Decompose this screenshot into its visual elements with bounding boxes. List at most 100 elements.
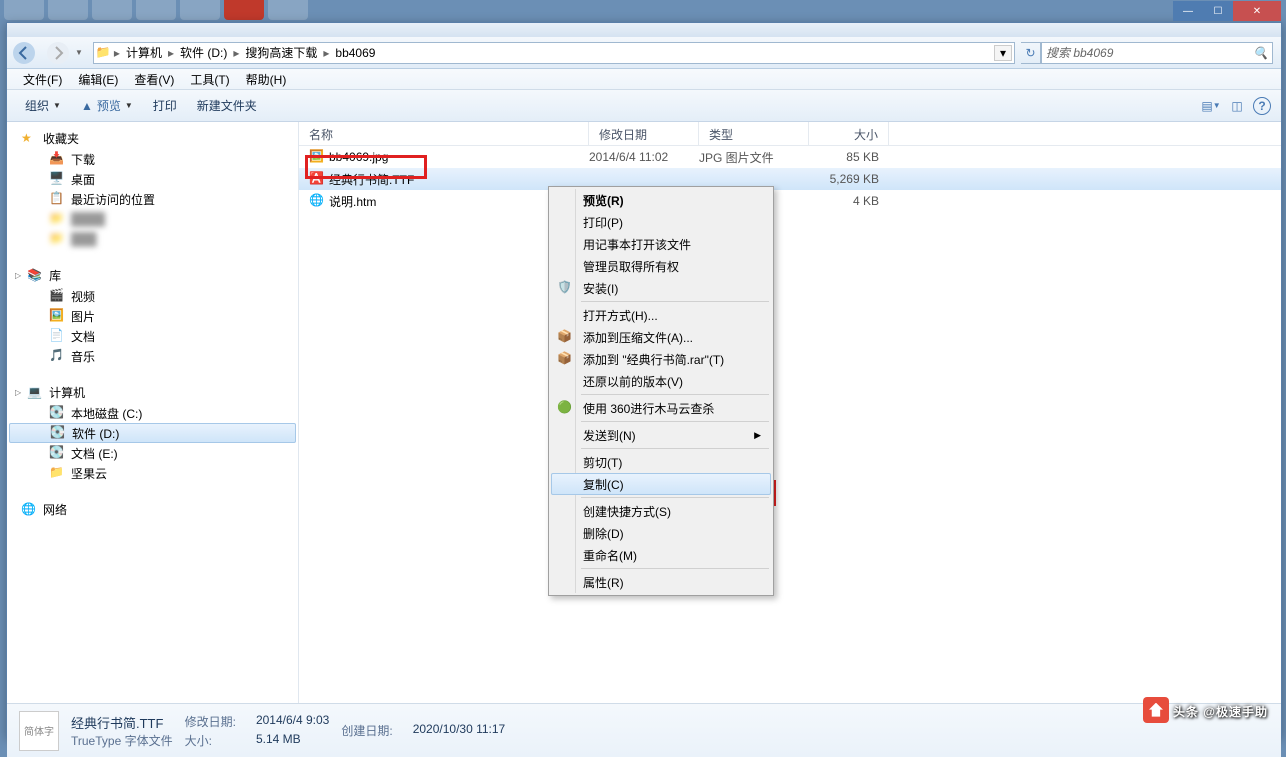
context-menu: 预览(R) 打印(P) 用记事本打开该文件 管理员取得所有权 🛡️安装(I) 打… — [548, 186, 774, 596]
ctx-addrar[interactable]: 📦添加到 "经典行书简.rar"(T) — [551, 348, 771, 370]
ctx-print[interactable]: 打印(P) — [551, 211, 771, 233]
taskbar-peek — [0, 0, 1286, 20]
col-name[interactable]: 名称 — [299, 122, 589, 145]
back-button[interactable] — [9, 39, 39, 67]
menu-view[interactable]: 查看(V) — [126, 69, 182, 90]
sidebar-nutstore[interactable]: 📁坚果云 — [7, 463, 298, 483]
search-input[interactable]: 搜索 bb4069 🔍 — [1041, 42, 1273, 64]
sidebar-network[interactable]: 🌐网络 — [7, 499, 298, 520]
desktop-icon: 🖥️ — [49, 171, 65, 187]
ctx-cut[interactable]: 剪切(T) — [551, 451, 771, 473]
font-file-icon: 🅰️ — [309, 171, 325, 187]
nav-bar: ▼ 📁 ▸ 计算机▸ 软件 (D:)▸ 搜狗高速下载▸ bb4069 ▾ ↻ 搜… — [7, 37, 1281, 69]
col-type[interactable]: 类型 — [699, 122, 809, 145]
maximize-button[interactable]: ☐ — [1203, 1, 1233, 21]
ctx-shortcut[interactable]: 创建快捷方式(S) — [551, 500, 771, 522]
toutiao-icon — [1143, 697, 1169, 723]
close-button[interactable]: ✕ — [1233, 1, 1281, 21]
details-filetype: TrueType 字体文件 — [71, 732, 173, 749]
sidebar-recent[interactable]: 📋最近访问的位置 — [7, 189, 298, 209]
winrar-icon: 📦 — [557, 351, 573, 367]
toolbar: 组织▼ ▲预览▼ 打印 新建文件夹 ▤ ▼ ◫ ? — [7, 90, 1281, 122]
ctx-install[interactable]: 🛡️安装(I) — [551, 277, 771, 299]
drive-icon: 💽 — [50, 425, 66, 441]
winrar-icon: 📦 — [557, 329, 573, 345]
titlebar[interactable] — [7, 23, 1281, 37]
ctx-scan[interactable]: 🟢使用 360进行木马云查杀 — [551, 397, 771, 419]
help-button[interactable]: ? — [1253, 97, 1271, 115]
file-row[interactable]: 🌐说明.htm 4 KB — [299, 190, 1281, 212]
newfolder-button[interactable]: 新建文件夹 — [187, 93, 267, 118]
ctx-props[interactable]: 属性(R) — [551, 571, 771, 593]
history-dropdown-icon[interactable]: ▼ — [75, 48, 83, 57]
folder-icon: 📁 — [49, 465, 65, 481]
recent-icon: 📋 — [49, 191, 65, 207]
sidebar-documents[interactable]: 📄文档 — [7, 326, 298, 346]
preview-pane-button[interactable]: ◫ — [1227, 96, 1247, 116]
address-bar[interactable]: 📁 ▸ 计算机▸ 软件 (D:)▸ 搜狗高速下载▸ bb4069 ▾ — [93, 42, 1015, 64]
sidebar-computer[interactable]: ▷💻计算机 — [7, 382, 298, 403]
view-mode-button[interactable]: ▤ ▼ — [1201, 96, 1221, 116]
organize-button[interactable]: 组织▼ — [15, 93, 71, 118]
col-size[interactable]: 大小 — [809, 122, 889, 145]
sidebar-downloads[interactable]: 📥下载 — [7, 149, 298, 169]
download-icon: 📥 — [49, 151, 65, 167]
ctx-addzip[interactable]: 📦添加到压缩文件(A)... — [551, 326, 771, 348]
details-pane: 简体字 经典行书简.TTF TrueType 字体文件 修改日期:2014/6/… — [7, 703, 1281, 757]
path-seg-0[interactable]: 计算机 — [122, 43, 166, 63]
ctx-rename[interactable]: 重命名(M) — [551, 544, 771, 566]
watermark: 头条 @极速手助 — [1143, 695, 1268, 723]
sidebar-libraries[interactable]: ▷📚库 — [7, 265, 298, 286]
sidebar-pictures[interactable]: 🖼️图片 — [7, 306, 298, 326]
shield-icon: 🛡️ — [557, 280, 573, 296]
star-icon: ★ — [21, 131, 37, 147]
network-icon: 🌐 — [21, 502, 37, 518]
sidebar-blurred-1[interactable]: 📁████ — [7, 209, 298, 229]
sidebar: ★收藏夹 📥下载 🖥️桌面 📋最近访问的位置 📁████ 📁███ ▷📚库 🎬视… — [7, 122, 299, 703]
sidebar-blurred-2[interactable]: 📁███ — [7, 229, 298, 249]
column-header[interactable]: 名称 修改日期 类型 大小 — [299, 122, 1281, 146]
search-icon: 🔍 — [1253, 46, 1268, 60]
search-placeholder: 搜索 bb4069 — [1046, 44, 1113, 61]
picture-icon: 🖼️ — [49, 308, 65, 324]
ctx-notepad[interactable]: 用记事本打开该文件 — [551, 233, 771, 255]
html-file-icon: 🌐 — [309, 193, 325, 209]
music-icon: 🎵 — [49, 348, 65, 364]
forward-button[interactable] — [43, 39, 73, 67]
ctx-copy[interactable]: 复制(C) — [551, 473, 771, 495]
library-icon: 📚 — [27, 268, 43, 284]
file-row-selected[interactable]: 🅰️经典行书简.TTF 5,269 KB — [299, 168, 1281, 190]
col-date[interactable]: 修改日期 — [589, 122, 699, 145]
ctx-openwith[interactable]: 打开方式(H)... — [551, 304, 771, 326]
sidebar-drive-d[interactable]: 💽软件 (D:) — [9, 423, 296, 443]
menu-edit[interactable]: 编辑(E) — [70, 69, 126, 90]
menu-bar: 文件(F) 编辑(E) 查看(V) 工具(T) 帮助(H) — [7, 69, 1281, 90]
menu-tools[interactable]: 工具(T) — [182, 69, 237, 90]
sidebar-drive-c[interactable]: 💽本地磁盘 (C:) — [7, 403, 298, 423]
preview-button[interactable]: ▲预览▼ — [71, 93, 143, 118]
sidebar-desktop[interactable]: 🖥️桌面 — [7, 169, 298, 189]
ctx-admin[interactable]: 管理员取得所有权 — [551, 255, 771, 277]
menu-file[interactable]: 文件(F) — [15, 69, 70, 90]
minimize-button[interactable]: — — [1173, 1, 1203, 21]
video-icon: 🎬 — [49, 288, 65, 304]
path-seg-3[interactable]: bb4069 — [331, 43, 379, 63]
ctx-restore[interactable]: 还原以前的版本(V) — [551, 370, 771, 392]
sidebar-drive-e[interactable]: 💽文档 (E:) — [7, 443, 298, 463]
refresh-button[interactable]: ↻ — [1021, 42, 1041, 64]
path-seg-1[interactable]: 软件 (D:) — [176, 43, 231, 63]
drive-icon: 💽 — [49, 405, 65, 421]
path-dropdown-icon[interactable]: ▾ — [994, 45, 1012, 61]
sidebar-favorites[interactable]: ★收藏夹 — [7, 128, 298, 149]
sidebar-videos[interactable]: 🎬视频 — [7, 286, 298, 306]
ctx-sendto[interactable]: 发送到(N)▶ — [551, 424, 771, 446]
print-button[interactable]: 打印 — [143, 93, 187, 118]
sidebar-music[interactable]: 🎵音乐 — [7, 346, 298, 366]
folder-icon: 📁 — [96, 45, 112, 61]
file-row[interactable]: 🖼️bb4069.jpg 2014/6/4 11:02JPG 图片文件85 KB — [299, 146, 1281, 168]
menu-help[interactable]: 帮助(H) — [238, 69, 295, 90]
path-seg-2[interactable]: 搜狗高速下载 — [241, 43, 321, 63]
ctx-delete[interactable]: 删除(D) — [551, 522, 771, 544]
document-icon: 📄 — [49, 328, 65, 344]
ctx-preview[interactable]: 预览(R) — [551, 189, 771, 211]
